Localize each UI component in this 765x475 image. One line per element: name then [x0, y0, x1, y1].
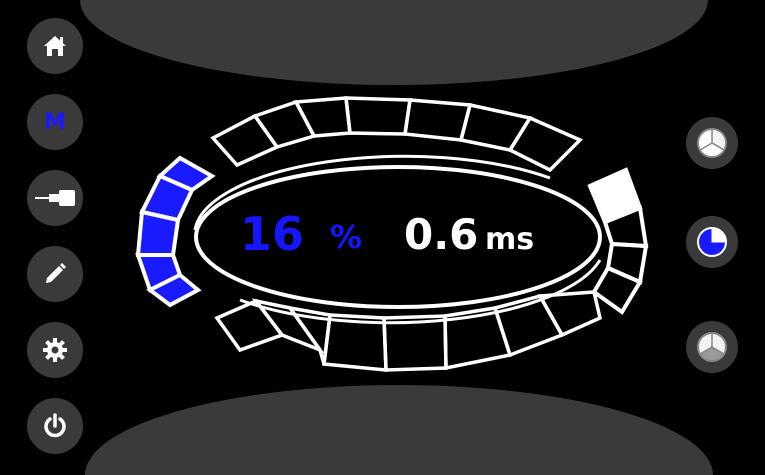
top-segment [403, 98, 473, 142]
left-segment [135, 209, 181, 257]
home-icon [44, 36, 66, 56]
right-segment-filled [587, 167, 643, 225]
top-segment [344, 96, 413, 136]
top-segment [507, 115, 584, 173]
pencil-icon [46, 263, 66, 283]
top-segment [210, 113, 280, 168]
time-value: 0.6 [404, 210, 479, 259]
top-segment [458, 102, 533, 152]
pie-mode-2-button[interactable] [686, 216, 738, 268]
home-button[interactable] [27, 18, 83, 74]
settings-button[interactable] [27, 322, 83, 378]
pie-bottom-icon [697, 332, 727, 362]
gear-icon [43, 338, 67, 362]
gauge [135, 96, 649, 372]
percent-unit: % [330, 218, 363, 256]
pie-quarter-icon [697, 227, 727, 257]
top-segments [210, 96, 584, 173]
top-segment [293, 96, 352, 138]
power-button[interactable] [27, 398, 83, 454]
pie-mode-3-button[interactable] [686, 321, 738, 373]
power-icon [44, 413, 66, 438]
top-segment [252, 99, 317, 150]
right-segment [591, 265, 643, 315]
pie-mode-1-button[interactable] [686, 117, 738, 169]
percent-value: 16 [240, 207, 305, 261]
pie-segments-icon [697, 128, 727, 158]
edit-button[interactable] [27, 246, 83, 302]
connector-icon [35, 190, 75, 206]
connector-button[interactable] [27, 170, 83, 226]
mode-button[interactable]: M [27, 94, 83, 150]
bottom-segments [214, 290, 603, 372]
time-unit: ms [485, 222, 535, 257]
mode-label: M [44, 109, 66, 135]
left-segments [135, 155, 216, 308]
bottom-segment [537, 290, 603, 338]
